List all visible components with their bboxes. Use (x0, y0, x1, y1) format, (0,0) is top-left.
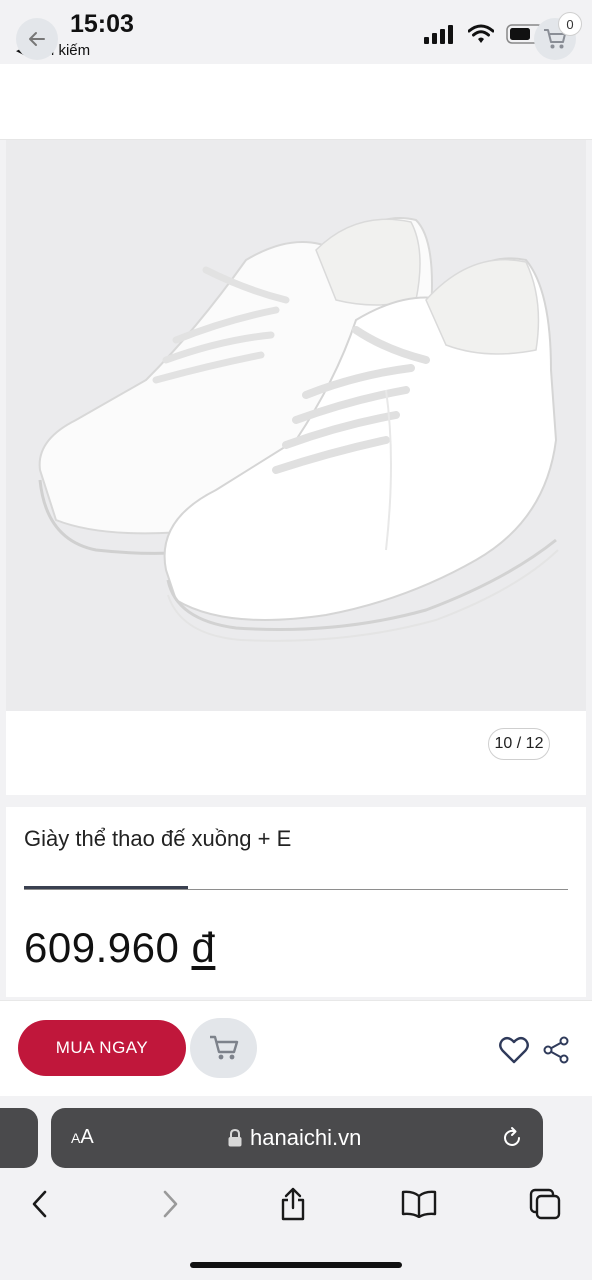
reader-settings-button[interactable]: AA (71, 1126, 94, 1149)
wifi-icon (468, 24, 494, 43)
status-icons (424, 24, 548, 44)
back-button[interactable] (16, 18, 58, 60)
share-icon (543, 1036, 569, 1064)
price-amount: 609.960 (24, 924, 180, 971)
buy-now-button[interactable]: MUA NGAY (18, 1020, 186, 1076)
product-price: 609.960 đ (24, 924, 215, 972)
image-counter: 10 / 12 (488, 728, 550, 760)
tabs-button[interactable] (525, 1184, 565, 1224)
reload-icon (504, 1127, 520, 1146)
sneaker-illustration (38, 217, 559, 642)
cart-count-badge: 0 (558, 12, 582, 36)
status-bar: 15:03 ◀ Tìm kiếm (0, 0, 592, 64)
bookmarks-button[interactable] (399, 1184, 439, 1224)
share-upload-icon (281, 1187, 305, 1221)
chevron-left-icon (32, 1190, 47, 1218)
product-gallery (6, 140, 586, 795)
browser-back-button[interactable] (20, 1184, 60, 1224)
tab-divider (24, 889, 568, 890)
share-sheet-button[interactable] (273, 1184, 313, 1224)
previous-tab-peek[interactable] (0, 1108, 38, 1168)
site-header (0, 64, 592, 140)
wishlist-button[interactable] (498, 1034, 530, 1066)
cellular-signal-icon (424, 25, 453, 44)
product-name: Giày thể thao đế xuồng + E (24, 826, 292, 851)
cart-icon (209, 1035, 238, 1060)
home-indicator (190, 1262, 402, 1268)
active-tab-indicator (24, 886, 188, 889)
chevron-right-icon (163, 1190, 178, 1218)
browser-forward-button[interactable] (150, 1184, 190, 1224)
share-button[interactable] (540, 1034, 572, 1066)
price-currency: đ (191, 924, 216, 971)
status-time: 15:03 (70, 10, 134, 38)
arrow-left-icon (29, 32, 45, 46)
add-to-cart-button[interactable] (190, 1018, 257, 1078)
lock-icon (228, 1129, 242, 1147)
book-icon (401, 1190, 437, 1218)
product-image[interactable] (6, 140, 586, 711)
tabs-icon (529, 1188, 561, 1220)
reload-button[interactable] (497, 1123, 527, 1153)
url-display[interactable]: hanaichi.vn (228, 1125, 361, 1151)
url-text: hanaichi.vn (250, 1125, 362, 1150)
heart-icon (499, 1036, 529, 1064)
